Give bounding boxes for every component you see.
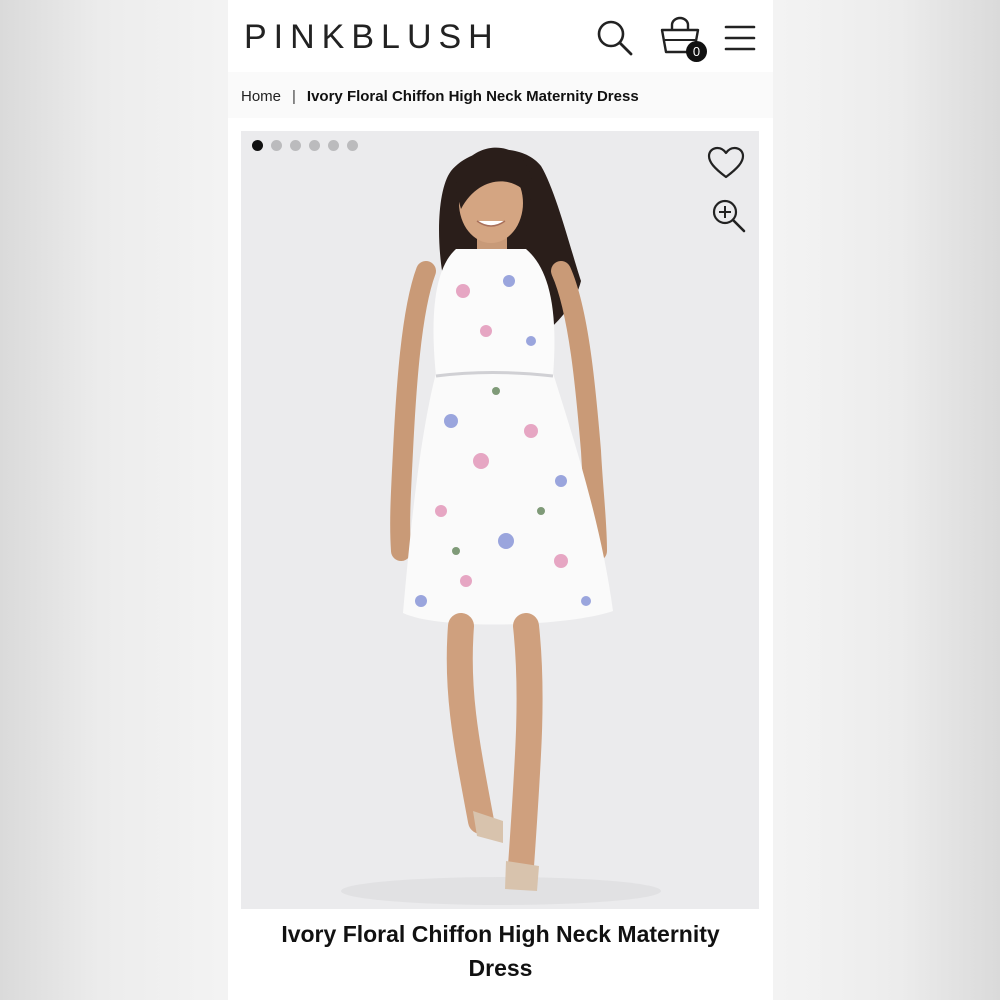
gallery-dot-3[interactable] <box>290 140 301 151</box>
cart-count-badge: 0 <box>686 41 707 62</box>
zoom-in-icon <box>712 199 746 233</box>
breadcrumb: Home | Ivory Floral Chiffon High Neck Mate… <box>228 72 773 118</box>
product-title: Ivory Floral Chiffon High Neck Maternity… <box>281 921 720 981</box>
menu-button[interactable] <box>723 22 757 54</box>
gallery-dot-5[interactable] <box>328 140 339 151</box>
gallery-dot-4[interactable] <box>309 140 320 151</box>
search-button[interactable] <box>596 19 634 57</box>
hamburger-menu-icon <box>724 25 756 51</box>
site-header: PINKBLUSH 0 <box>228 0 773 72</box>
gallery-dot-6[interactable] <box>347 140 358 151</box>
breadcrumb-home-link[interactable]: Home <box>241 88 281 105</box>
breadcrumb-current: Ivory Floral Chiffon High Neck Maternity… <box>306 88 639 105</box>
search-icon <box>597 20 633 56</box>
zoom-button[interactable] <box>711 198 747 234</box>
heart-icon <box>707 146 745 179</box>
phone-screen: PINKBLUSH 0 Home | Ivory Floral Chiffon … <box>228 0 773 1000</box>
gallery-pagination-dots <box>252 140 358 151</box>
gallery-dot-1[interactable] <box>252 140 263 151</box>
brand-logo[interactable]: PINKBLUSH <box>244 17 500 57</box>
product-photo <box>241 131 759 909</box>
gallery-dot-2[interactable] <box>271 140 282 151</box>
product-image-gallery[interactable] <box>241 131 759 909</box>
wishlist-button[interactable] <box>706 145 746 181</box>
breadcrumb-separator: | <box>292 88 296 105</box>
